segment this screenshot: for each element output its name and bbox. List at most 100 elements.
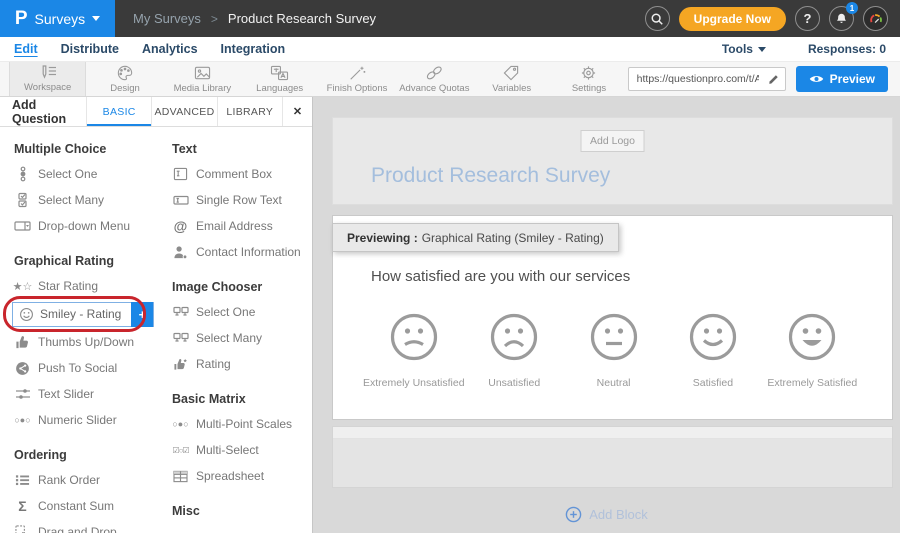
- question-types-column-2: Text Comment Box Single Row Text @ Email…: [172, 127, 312, 533]
- responses-count[interactable]: Responses: 0: [808, 42, 886, 56]
- survey-url-field: [628, 67, 786, 91]
- smiley-option-satisfied[interactable]: Satisfied: [663, 311, 762, 389]
- question-types-column-1: Multiple Choice Select One Select Many D…: [14, 127, 172, 533]
- tab-basic[interactable]: BASIC: [86, 97, 151, 126]
- tool-advance-quotas[interactable]: Advance Quotas: [396, 62, 473, 96]
- tab-advanced[interactable]: ADVANCED: [151, 97, 216, 126]
- topbar: P Surveys My Surveys > Product Research …: [0, 0, 900, 37]
- smiley-option-neutral[interactable]: Neutral: [564, 311, 663, 389]
- breadcrumb-my-surveys[interactable]: My Surveys: [133, 11, 201, 26]
- pencil-icon: [768, 73, 780, 85]
- edit-url-button[interactable]: [763, 73, 785, 85]
- question-type-thumbs-up-down[interactable]: Thumbs Up/Down: [14, 329, 172, 355]
- question-type-numeric-slider[interactable]: ○●○ Numeric Slider: [14, 407, 172, 433]
- thumbs-up-icon: [14, 335, 31, 350]
- question-type-rank-order[interactable]: Rank Order: [14, 467, 172, 493]
- tool-variables[interactable]: Variables: [473, 62, 550, 96]
- question-mark-icon: ?: [804, 11, 812, 26]
- question-type-contact-information[interactable]: Contact Information: [172, 239, 312, 265]
- question-type-dropdown-menu[interactable]: Drop-down Menu: [14, 213, 172, 239]
- image-icon: [193, 65, 212, 81]
- brand-label: Surveys: [35, 11, 86, 27]
- question-type-multi-select[interactable]: ☑○☑ Multi-Select: [172, 437, 312, 463]
- eye-icon: [809, 74, 824, 84]
- empty-survey-block: [332, 426, 893, 488]
- frown-face-icon: [488, 311, 540, 363]
- question-type-constant-sum[interactable]: Σ Constant Sum: [14, 493, 172, 519]
- survey-nav-tabs: Edit Distribute Analytics Integration To…: [0, 37, 900, 62]
- tool-label: Advance Quotas: [399, 83, 469, 94]
- frown-slight-face-icon: [388, 311, 440, 363]
- bell-icon: [835, 12, 848, 25]
- add-logo-button[interactable]: Add Logo: [580, 130, 645, 152]
- notifications: 1: [829, 6, 854, 31]
- question-type-single-row-text[interactable]: Single Row Text: [172, 187, 312, 213]
- question-type-image-select-one[interactable]: Select One: [172, 299, 312, 325]
- question-type-multi-point-scales[interactable]: ○●○ Multi-Point Scales: [172, 411, 312, 437]
- star-rating-icon: ★☆: [14, 280, 31, 293]
- search-button[interactable]: [645, 6, 670, 31]
- contact-person-icon: [172, 245, 189, 260]
- tools-dropdown[interactable]: Tools: [722, 42, 766, 56]
- question-type-star-rating[interactable]: ★☆ Star Rating: [14, 273, 172, 299]
- upgrade-now-button[interactable]: Upgrade Now: [679, 7, 786, 31]
- tab-integration[interactable]: Integration: [221, 42, 286, 56]
- add-smiley-question-button[interactable]: +: [131, 302, 153, 327]
- workspace-icon: [38, 65, 58, 80]
- circle-plus-icon: [565, 506, 582, 523]
- tool-settings[interactable]: Settings: [550, 62, 627, 96]
- spreadsheet-icon: [172, 470, 189, 483]
- smiley-label: Extremely Satisfied: [767, 377, 857, 389]
- question-type-spreadsheet[interactable]: Spreadsheet: [172, 463, 312, 489]
- tab-edit[interactable]: Edit: [14, 42, 38, 56]
- question-type-image-rating[interactable]: Rating: [172, 351, 312, 377]
- survey-title[interactable]: Product Research Survey: [371, 164, 610, 188]
- question-type-select-many[interactable]: Select Many: [14, 187, 172, 213]
- account-avatar[interactable]: [863, 6, 888, 31]
- help-button[interactable]: ?: [795, 6, 820, 31]
- image-rating-icon: [172, 357, 189, 371]
- translate-icon: [270, 65, 289, 81]
- survey-toolbar: Workspace Design Media Library Languages…: [0, 62, 900, 97]
- tool-media-library[interactable]: Media Library: [164, 62, 241, 96]
- question-type-smiley-rating[interactable]: Smiley - Rating +: [12, 302, 154, 327]
- tool-label: Settings: [572, 83, 606, 94]
- tab-distribute[interactable]: Distribute: [61, 42, 119, 56]
- add-block-label: Add Block: [589, 507, 648, 522]
- sigma-icon: Σ: [14, 498, 31, 514]
- tool-languages[interactable]: Languages: [241, 62, 318, 96]
- question-type-email-address[interactable]: @ Email Address: [172, 213, 312, 239]
- tool-label: Media Library: [174, 83, 232, 94]
- survey-url-input[interactable]: [629, 73, 763, 85]
- question-type-comment-box[interactable]: Comment Box: [172, 161, 312, 187]
- question-type-select-one[interactable]: Select One: [14, 161, 172, 187]
- tool-finish-options[interactable]: Finish Options: [318, 62, 395, 96]
- smile-face-icon: [687, 311, 739, 363]
- chevron-down-icon: [92, 16, 100, 21]
- question-type-image-select-many[interactable]: Select Many: [172, 325, 312, 351]
- empty-block-strip: [333, 427, 892, 439]
- question-type-text-slider[interactable]: Text Slider: [14, 381, 172, 407]
- survey-header-card: Add Logo Product Research Survey: [332, 117, 893, 205]
- question-text: How satisfied are you with our services: [371, 268, 630, 285]
- tool-workspace[interactable]: Workspace: [9, 62, 86, 96]
- add-block-button[interactable]: Add Block: [313, 506, 900, 523]
- tool-design[interactable]: Design: [86, 62, 163, 96]
- smiley-option-extremely-satisfied[interactable]: Extremely Satisfied: [763, 311, 862, 389]
- gear-icon: [580, 65, 597, 81]
- tab-library[interactable]: LIBRARY: [217, 97, 282, 126]
- topbar-actions: Upgrade Now ? 1: [645, 6, 900, 31]
- preview-button[interactable]: Preview: [796, 66, 888, 92]
- section-basic-matrix: Basic Matrix: [172, 392, 312, 406]
- brand-logo[interactable]: P Surveys: [0, 0, 115, 37]
- survey-canvas: Add Logo Product Research Survey Preview…: [313, 97, 900, 533]
- smiley-icon: [18, 307, 35, 322]
- tab-analytics[interactable]: Analytics: [142, 42, 198, 56]
- question-type-push-to-social[interactable]: Push To Social: [14, 355, 172, 381]
- question-type-drag-and-drop[interactable]: Drag and Drop: [14, 519, 172, 533]
- tool-label: Finish Options: [327, 83, 388, 94]
- smiley-option-extremely-unsatisfied[interactable]: Extremely Unsatisfied: [363, 311, 465, 389]
- smiley-option-unsatisfied[interactable]: Unsatisfied: [465, 311, 564, 389]
- close-panel-button[interactable]: ✕: [282, 97, 312, 126]
- share-icon: [14, 361, 31, 376]
